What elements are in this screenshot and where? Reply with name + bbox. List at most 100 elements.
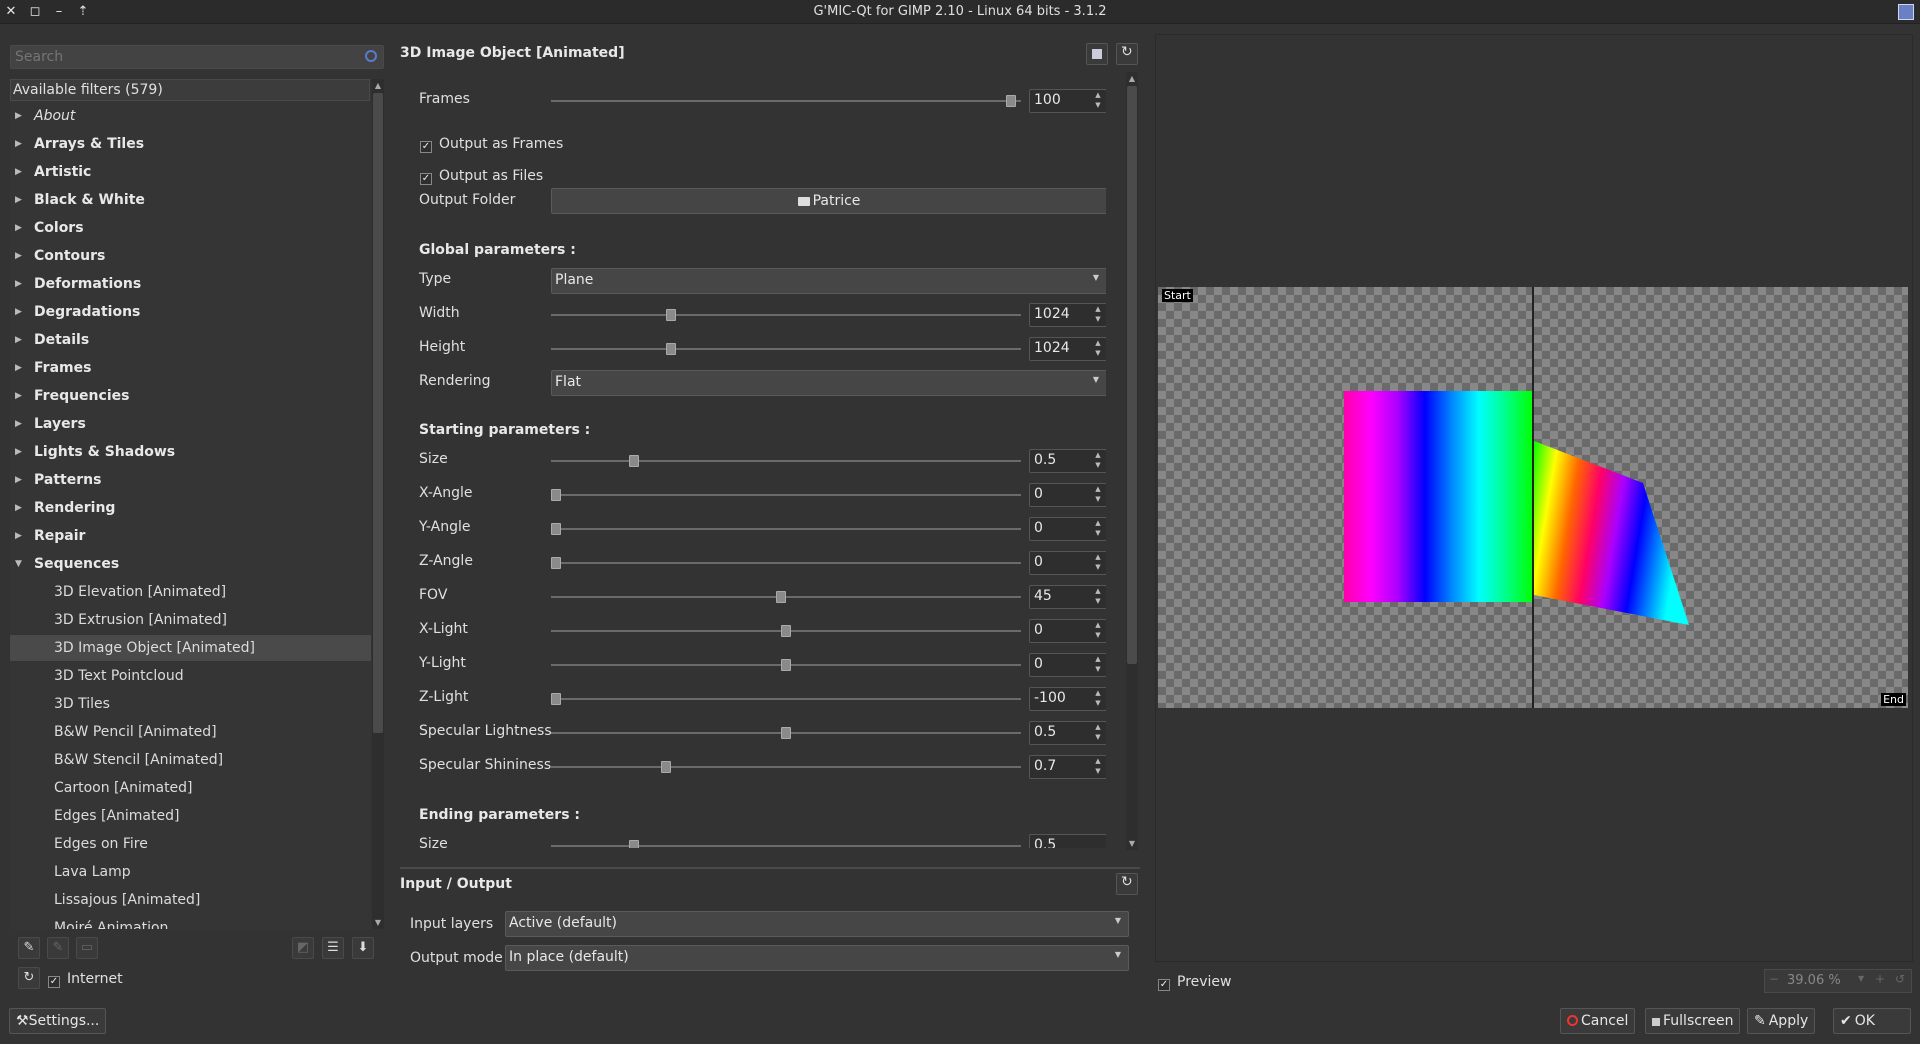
filter-category[interactable]: ▶ Rendering xyxy=(10,495,371,521)
filter-item[interactable]: Moiré Animation xyxy=(10,915,371,929)
filters-header[interactable]: Available filters (579) xyxy=(10,79,370,101)
chevron-right-icon[interactable]: ▶ xyxy=(15,271,25,297)
frames-slider[interactable] xyxy=(551,95,1021,107)
preview-image[interactable]: Start End xyxy=(1158,287,1908,708)
fov-spinbox[interactable]: 45 ▲ ▼ xyxy=(1029,585,1106,609)
splitter-handle[interactable] xyxy=(400,867,1140,869)
spin-up-icon[interactable]: ▲ xyxy=(1093,689,1103,697)
zoom-control[interactable]: − 39.06 % ▼ + ↺ xyxy=(1764,969,1912,993)
z-angle-spinbox[interactable]: 0 ▲ ▼ xyxy=(1029,551,1106,575)
filter-category[interactable]: ▶ Black & White xyxy=(10,187,371,213)
visibility-button[interactable]: ◩ xyxy=(292,937,314,959)
checkbox-icon[interactable]: ✓ xyxy=(420,141,432,153)
spin-up-icon[interactable]: ▲ xyxy=(1093,91,1103,99)
filter-item[interactable]: Cartoon [Animated] xyxy=(10,775,371,801)
filter-item[interactable]: Lava Lamp xyxy=(10,859,371,885)
preview-checkbox[interactable]: ✓ Preview xyxy=(1158,974,1232,991)
slider-handle[interactable] xyxy=(781,659,791,671)
apply-button[interactable]: ✎ Apply xyxy=(1747,1008,1816,1034)
height-spinbox[interactable]: 1024 ▲ ▼ xyxy=(1029,337,1106,361)
rename-favorite-button[interactable]: ✎ xyxy=(47,937,69,959)
filter-category[interactable]: ▶ Frequencies xyxy=(10,383,371,409)
expand-collapse-button[interactable]: ☰ xyxy=(322,937,344,959)
spin-value[interactable]: 1024 xyxy=(1034,340,1070,356)
zoom-out-icon[interactable]: − xyxy=(1769,972,1779,986)
scroll-down-icon[interactable]: ▼ xyxy=(372,918,384,927)
internet-checkbox[interactable]: ✓ Internet xyxy=(48,970,123,988)
spin-value[interactable]: 100 xyxy=(1034,92,1061,108)
spin-up-icon[interactable]: ▲ xyxy=(1093,339,1103,347)
height-slider[interactable] xyxy=(551,343,1021,355)
end-size-slider[interactable] xyxy=(551,840,1021,848)
spin-up-icon[interactable]: ▲ xyxy=(1093,519,1103,527)
specular-shininess-spinbox[interactable]: 0.7 ▲ ▼ xyxy=(1029,755,1106,779)
spin-down-icon[interactable]: ▼ xyxy=(1093,665,1103,673)
spin-value[interactable]: 0.7 xyxy=(1034,758,1056,774)
output-folder-button[interactable]: Patrice xyxy=(551,188,1106,214)
end-size-spinbox[interactable]: 0.5 xyxy=(1029,834,1106,848)
y-light-slider[interactable] xyxy=(551,659,1021,671)
filter-tree-scrollbar[interactable]: ▲ ▼ xyxy=(372,79,384,929)
filter-category[interactable]: ▶ Frames xyxy=(10,355,371,381)
spin-value[interactable]: 0 xyxy=(1034,486,1043,502)
ok-button[interactable]: ✔ OK xyxy=(1833,1008,1911,1034)
spin-value[interactable]: 0.5 xyxy=(1034,724,1056,740)
params-scrollbar[interactable]: ▲ ▼ xyxy=(1126,72,1138,850)
spin-value[interactable]: 0.5 xyxy=(1034,452,1056,468)
slider-handle[interactable] xyxy=(551,693,561,705)
size-spinbox[interactable]: 0.5 ▲ ▼ xyxy=(1029,449,1106,473)
chevron-right-icon[interactable]: ▶ xyxy=(15,131,25,157)
spin-value[interactable]: 0 xyxy=(1034,656,1043,672)
add-favorite-button[interactable]: ✎ xyxy=(18,937,40,959)
spin-down-icon[interactable]: ▼ xyxy=(1093,349,1103,357)
slider-handle[interactable] xyxy=(551,489,561,501)
scroll-up-icon[interactable]: ▲ xyxy=(372,81,384,90)
filter-category[interactable]: ▶ Artistic xyxy=(10,159,371,185)
type-select[interactable]: Plane ▼ xyxy=(551,268,1106,294)
frames-spinbox[interactable]: 100 ▲ ▼ xyxy=(1029,89,1106,113)
chevron-right-icon[interactable]: ▶ xyxy=(15,523,25,549)
spin-down-icon[interactable]: ▼ xyxy=(1093,767,1103,775)
spin-down-icon[interactable]: ▼ xyxy=(1093,631,1103,639)
x-angle-spinbox[interactable]: 0 ▲ ▼ xyxy=(1029,483,1106,507)
y-angle-spinbox[interactable]: 0 ▲ ▼ xyxy=(1029,517,1106,541)
filter-category[interactable]: ▶ Lights & Shadows xyxy=(10,439,371,465)
filter-item[interactable]: 3D Text Pointcloud xyxy=(10,663,371,689)
spin-up-icon[interactable]: ▲ xyxy=(1093,553,1103,561)
rendering-select[interactable]: Flat ▼ xyxy=(551,370,1106,396)
chevron-right-icon[interactable]: ▶ xyxy=(15,411,25,437)
filter-item[interactable]: Lissajous [Animated] xyxy=(10,887,371,913)
reset-params-button[interactable]: ↻ xyxy=(1116,43,1138,65)
filter-category[interactable]: ▶ Layers xyxy=(10,411,371,437)
zoom-reset-icon[interactable]: ↺ xyxy=(1895,972,1905,986)
filter-category[interactable]: ▶ Patterns xyxy=(10,467,371,493)
filter-category[interactable]: ▶ Arrays & Tiles xyxy=(10,131,371,157)
spin-up-icon[interactable]: ▲ xyxy=(1093,305,1103,313)
chevron-down-icon[interactable]: ▼ xyxy=(1858,974,1864,983)
z-light-slider[interactable] xyxy=(551,693,1021,705)
filter-item[interactable]: 3D Elevation [Animated] xyxy=(10,579,371,605)
output-files-checkbox[interactable]: ✓ Output as Files xyxy=(420,168,543,185)
spin-down-icon[interactable]: ▼ xyxy=(1093,495,1103,503)
spin-value[interactable]: 0 xyxy=(1034,520,1043,536)
spin-value[interactable]: 0.5 xyxy=(1034,837,1056,848)
chevron-right-icon[interactable]: ▶ xyxy=(15,327,25,353)
slider-handle[interactable] xyxy=(629,840,640,848)
spin-down-icon[interactable]: ▼ xyxy=(1093,597,1103,605)
y-angle-slider[interactable] xyxy=(551,523,1021,535)
refresh-filters-button[interactable]: ↻ xyxy=(18,967,40,989)
spin-up-icon[interactable]: ▲ xyxy=(1093,757,1103,765)
download-button[interactable]: ⬇ xyxy=(352,937,374,959)
chevron-right-icon[interactable]: ▶ xyxy=(15,439,25,465)
zoom-value[interactable]: 39.06 % xyxy=(1787,973,1841,988)
x-light-slider[interactable] xyxy=(551,625,1021,637)
chevron-right-icon[interactable]: ▶ xyxy=(15,383,25,409)
scrollbar-thumb[interactable] xyxy=(1127,86,1137,664)
z-angle-slider[interactable] xyxy=(551,557,1021,569)
spin-down-icon[interactable]: ▼ xyxy=(1093,733,1103,741)
width-spinbox[interactable]: 1024 ▲ ▼ xyxy=(1029,303,1106,327)
reset-io-button[interactable]: ↻ xyxy=(1116,873,1138,895)
filter-category[interactable]: ▶ About xyxy=(10,103,371,129)
output-frames-checkbox[interactable]: ✓ Output as Frames xyxy=(420,136,563,153)
filter-tree[interactable]: ▶ About ▶ Arrays & Tiles ▶ Artistic ▶ Black & W… xyxy=(10,101,371,929)
